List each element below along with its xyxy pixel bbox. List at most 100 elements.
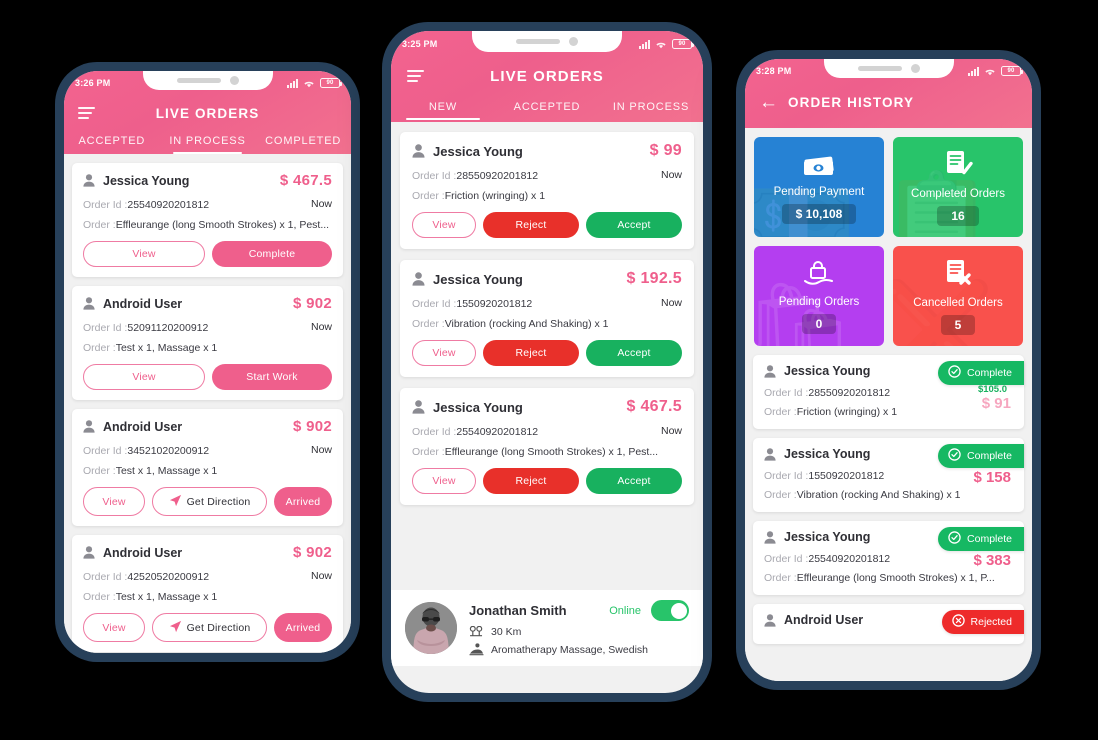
start-work-button[interactable]: Start Work: [212, 364, 332, 390]
accept-button[interactable]: Accept: [586, 468, 682, 494]
order-id-label: Order Id :: [83, 445, 128, 457]
order-items: Effleurange (long Smooth Strokes) x 1, P…: [444, 446, 659, 458]
avatar[interactable]: [405, 602, 457, 654]
reject-button[interactable]: Reject: [483, 212, 579, 238]
tab-new[interactable]: NEW: [391, 101, 495, 120]
order-price: $ 158: [973, 469, 1011, 486]
history-card[interactable]: Jessica Young Order Id :1550920201812 Or…: [753, 438, 1024, 512]
order-label: Order :: [412, 446, 445, 458]
history-card[interactable]: Android User Rejected: [753, 604, 1024, 644]
button-label: Accept: [617, 347, 651, 359]
history-body[interactable]: 💵 Pending Payment $ 10,108 📋 Completed O…: [745, 128, 1032, 681]
order-id-label: Order Id :: [412, 426, 457, 438]
orders-list-left[interactable]: Jessica Young $ 467.5 Order Id :25540920…: [64, 154, 351, 653]
customer-name: Android User: [784, 613, 864, 627]
view-button[interactable]: View: [83, 241, 205, 267]
view-button[interactable]: View: [412, 212, 476, 238]
history-card[interactable]: Jessica Young Order Id :25540920201812 O…: [753, 521, 1024, 595]
order-card[interactable]: Android User $ 902 Order Id :42520520200…: [72, 535, 343, 652]
order-card[interactable]: Jessica Young $ 467.5 Order Id :25540920…: [400, 388, 694, 505]
online-toggle[interactable]: [651, 600, 689, 621]
button-label: Arrived: [285, 621, 321, 634]
person-icon: [764, 364, 776, 378]
tab-accepted[interactable]: ACCEPTED: [64, 135, 160, 154]
page-title: LIVE ORDERS: [155, 105, 260, 121]
tile-pending-orders[interactable]: 🛍 Pending Orders 0: [754, 246, 884, 346]
back-arrow-icon[interactable]: ←: [759, 93, 778, 112]
reject-button[interactable]: Reject: [483, 340, 579, 366]
customer-name: Jessica Young: [784, 530, 871, 544]
tile-cancelled-orders[interactable]: ❌ Cancelled Orders 5: [893, 246, 1023, 346]
order-items: Vibration (rocking And Shaking) x 1: [444, 318, 609, 330]
get-direction-button[interactable]: Get Direction: [152, 487, 267, 516]
accept-button[interactable]: Accept: [586, 340, 682, 366]
status-label: Rejected: [970, 616, 1012, 628]
order-price: $ 902: [292, 418, 332, 435]
order-id-label: Order Id :: [764, 387, 809, 399]
button-label: View: [432, 219, 456, 231]
person-icon: [764, 530, 776, 544]
view-button[interactable]: View: [83, 364, 205, 390]
button-label: Reject: [515, 475, 547, 487]
tab-in-process[interactable]: IN PROCESS: [599, 101, 703, 120]
arrived-button[interactable]: Arrived: [274, 613, 332, 642]
page-title: ORDER HISTORY: [788, 95, 915, 110]
orders-list-center[interactable]: Jessica Young $ 99 Order Id :28550920201…: [391, 122, 703, 590]
button-label: View: [132, 371, 156, 383]
check-circle-icon: [948, 531, 961, 547]
tile-label: Completed Orders: [911, 187, 1005, 200]
order-card[interactable]: Jessica Young $ 99 Order Id :28550920201…: [400, 132, 694, 249]
button-label: Accept: [617, 475, 651, 487]
tab-label: IN PROCESS: [169, 135, 246, 147]
check-circle-icon: [948, 365, 961, 381]
status-badge: Complete: [938, 361, 1024, 385]
order-price: $ 91: [981, 395, 1011, 412]
order-id: 42520520200912: [127, 571, 210, 583]
tab-accepted[interactable]: ACCEPTED: [495, 101, 599, 120]
order-card[interactable]: Jessica Young $ 192.5 Order Id :15509202…: [400, 260, 694, 377]
tile-label: Pending Orders: [778, 295, 860, 308]
tile-completed-orders[interactable]: 📋 Completed Orders 16: [893, 137, 1023, 237]
history-card[interactable]: Jessica Young Order Id :28550920201812 O…: [753, 355, 1024, 429]
view-button[interactable]: View: [83, 487, 145, 516]
tab-in-process[interactable]: IN PROCESS: [160, 135, 256, 154]
tab-label: ACCEPTED: [513, 101, 581, 113]
order-time: Now: [310, 570, 332, 582]
button-label: Start Work: [246, 371, 298, 383]
document-x-icon: [943, 258, 973, 293]
provider-profile-bar[interactable]: Jonathan Smith Online 30 Km Aromatherapy…: [391, 590, 703, 666]
order-label: Order :: [83, 342, 116, 354]
customer-name: Android User: [103, 296, 183, 311]
order-card[interactable]: Jessica Young $ 467.5 Order Id :25540920…: [72, 163, 343, 277]
tab-completed[interactable]: COMPLETED: [255, 135, 351, 154]
order-id-label: Order Id :: [412, 170, 457, 182]
order-id: 25540920201812: [456, 426, 539, 438]
order-id-label: Order Id :: [764, 553, 809, 565]
stats-tile-grid: 💵 Pending Payment $ 10,108 📋 Completed O…: [745, 128, 1032, 350]
phone-right: 3:28 PM 90 ← ORDER HISTORY 💵 Pending Pay…: [736, 50, 1041, 690]
accept-button[interactable]: Accept: [586, 212, 682, 238]
order-label: Order :: [412, 190, 445, 202]
view-button[interactable]: View: [412, 468, 476, 494]
reject-button[interactable]: Reject: [483, 468, 579, 494]
order-id: 25540920201812: [127, 199, 210, 211]
tile-pending-payment[interactable]: 💵 Pending Payment $ 10,108: [754, 137, 884, 237]
order-id-label: Order Id :: [83, 571, 128, 583]
signal-bars-icon: [968, 66, 979, 76]
order-items: Friction (wringing) x 1: [796, 406, 898, 418]
customer-name: Jessica Young: [433, 271, 523, 287]
speaker-grille: [857, 66, 902, 71]
complete-button[interactable]: Complete: [212, 241, 332, 267]
history-list[interactable]: Jessica Young Order Id :28550920201812 O…: [745, 350, 1032, 644]
tabs-center: NEW ACCEPTED IN PROCESS: [391, 101, 703, 122]
phone-center-screen: 3:25 PM 90 LIVE ORDERS NEW ACCEPTED IN P…: [391, 31, 703, 693]
person-icon: [412, 144, 425, 158]
order-card[interactable]: Android User $ 902 Order Id :34521020200…: [72, 409, 343, 526]
arrived-button[interactable]: Arrived: [274, 487, 332, 516]
phone-left: 3:26 PM 90 LIVE ORDERS ACCEPTED IN PROCE…: [55, 62, 360, 662]
order-card[interactable]: Android User $ 902 Order Id :52091120200…: [72, 286, 343, 400]
phone-right-screen: 3:28 PM 90 ← ORDER HISTORY 💵 Pending Pay…: [745, 59, 1032, 681]
get-direction-button[interactable]: Get Direction: [152, 613, 267, 642]
view-button[interactable]: View: [83, 613, 145, 642]
view-button[interactable]: View: [412, 340, 476, 366]
